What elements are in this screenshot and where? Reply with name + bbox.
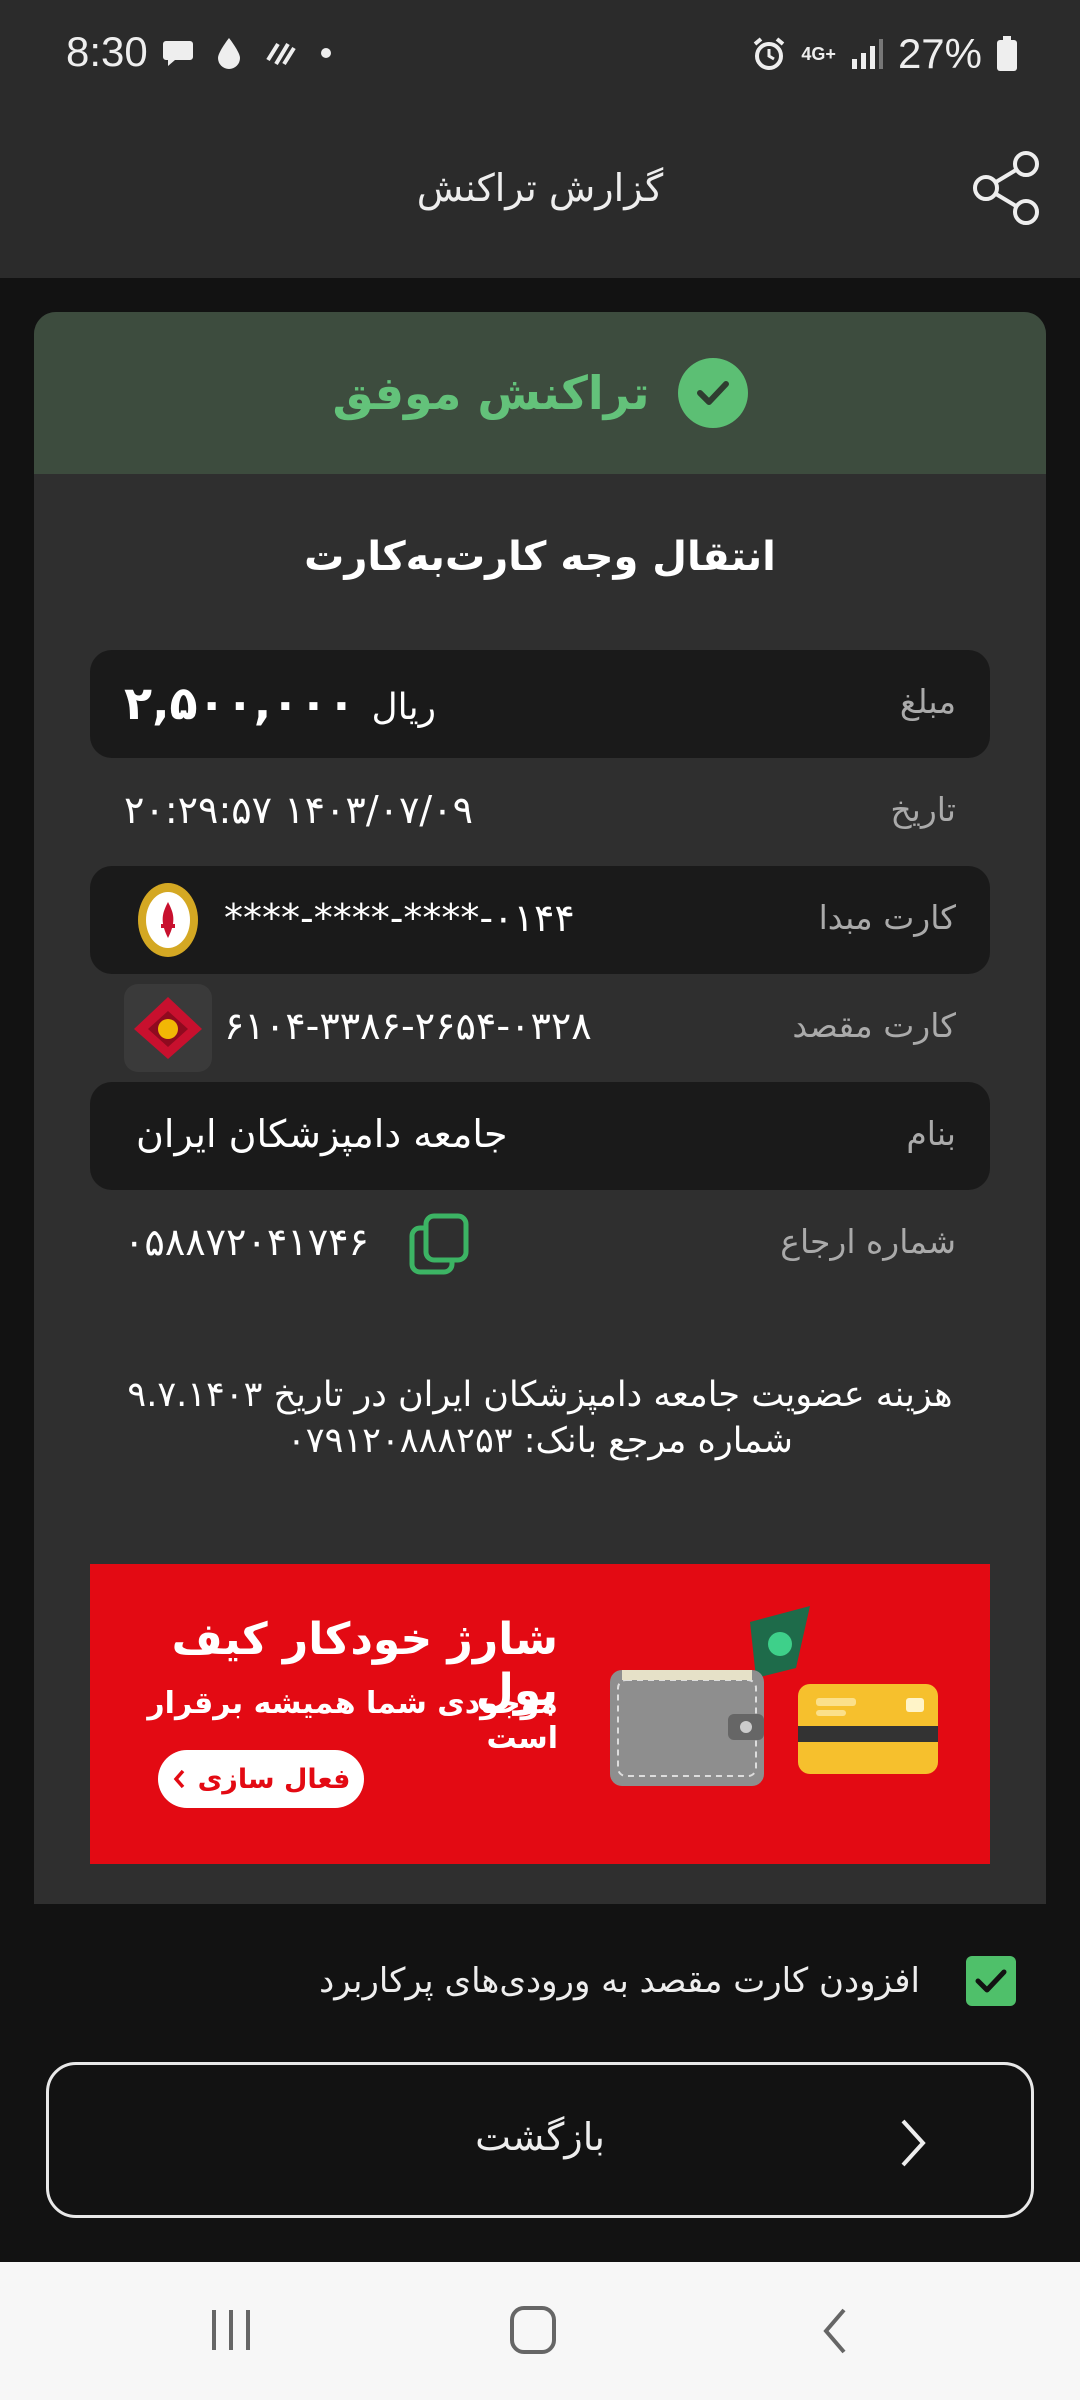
source-card-row: کارت مبدا ****-****-****-۰۱۴۴	[90, 866, 990, 974]
recipient-name-row: بنام جامعه دامپزشکان ایران	[90, 1082, 990, 1190]
amount-row: مبلغ ریال ۲,۵۰۰,۰۰۰	[90, 650, 990, 758]
save-destination-checkbox[interactable]	[966, 1956, 1016, 2006]
dest-card-number: ۶۱۰۴-۳۳۸۶-۲۶۵۴-۰۳۲۸	[224, 1004, 592, 1048]
reference-label: شماره ارجاع	[780, 1222, 956, 1261]
wallet-autocharge-banner[interactable]: شارژ خودکار کیف پول موجودی شما همیشه برق…	[90, 1564, 990, 1864]
weather-icon	[266, 42, 296, 66]
source-card-number: ****-****-****-۰۱۴۴	[224, 896, 575, 940]
status-bar: 8:30 4G+ 27%	[0, 0, 1080, 120]
battery-percent: 27%	[897, 30, 982, 77]
battery-icon	[997, 36, 1017, 71]
back-button[interactable]: بازگشت	[46, 2062, 1034, 2218]
save-destination-label: افزودن کارت مقصد به ورودی‌های پرکاربرد	[319, 1961, 920, 2001]
date-value: ۱۴۰۳/۰۷/۰۹ ۲۰:۲۹:۵۷	[124, 788, 474, 832]
checkmark-icon	[975, 1969, 1007, 1993]
back-nav-icon[interactable]	[820, 2306, 850, 2356]
chat-bubble-icon	[163, 41, 193, 66]
reference-number: ۰۵۸۸۷۲۰۴۱۷۴۶	[124, 1220, 369, 1264]
result-banner: تراکنش موفق	[34, 312, 1046, 474]
chevron-right-icon	[901, 2119, 926, 2167]
notification-icons	[162, 36, 332, 70]
date-row: تاریخ ۱۴۰۳/۰۷/۰۹ ۲۰:۲۹:۵۷	[90, 758, 990, 866]
wallet-card-illustration-icon	[610, 1606, 938, 1786]
amount-value: ریال ۲,۵۰۰,۰۰۰	[124, 676, 436, 730]
copy-icon[interactable]	[408, 1212, 472, 1276]
source-card-label: کارت مبدا	[818, 898, 956, 937]
transaction-title: انتقال وجه کارت‌به‌کارت	[304, 534, 776, 580]
home-icon[interactable]	[510, 2306, 556, 2354]
page-title: گزارش تراکنش	[416, 166, 664, 210]
banner-subtitle: موجودی شما همیشه برقرار است	[147, 1686, 558, 1756]
activate-label: فعال سازی	[197, 1763, 351, 1795]
date-label: تاریخ	[890, 790, 956, 829]
bank-mellat-logo-icon	[124, 984, 212, 1072]
share-icon[interactable]	[970, 150, 1044, 226]
water-drop-icon	[218, 38, 240, 69]
alarm-icon	[754, 37, 785, 70]
recipient-name: جامعه دامپزشکان ایران	[136, 1112, 508, 1156]
recents-icon[interactable]	[208, 2308, 254, 2352]
receipt-card: تراکنش موفق انتقال وجه کارت‌به‌کارت مبلغ…	[34, 312, 1046, 1904]
amount: ۲,۵۰۰,۰۰۰	[124, 676, 356, 730]
activate-button[interactable]: فعال سازی	[158, 1750, 364, 1808]
network-type: 4G+	[801, 43, 836, 64]
dest-card-row: کارت مقصد ۶۱۰۴-۳۳۸۶-۲۶۵۴-۰۳۲۸	[90, 974, 990, 1082]
dot-icon	[321, 48, 331, 58]
status-right: 4G+ 27%	[751, 30, 1018, 78]
back-button-label: بازگشت	[475, 2115, 605, 2159]
bank-melli-logo-icon	[124, 876, 212, 964]
amount-label: مبلغ	[899, 682, 956, 721]
recipient-name-label: بنام	[906, 1114, 956, 1153]
reference-row: شماره ارجاع ۰۵۸۸۷۲۰۴۱۷۴۶	[90, 1190, 990, 1298]
currency: ریال	[371, 687, 437, 728]
chevron-left-icon	[173, 1769, 184, 1789]
description-line-1: هزینه عضویت جامعه دامپزشکان ایران در تار…	[127, 1375, 953, 1415]
system-nav-bar	[0, 2262, 1080, 2400]
dest-card-label: کارت مقصد	[792, 1006, 956, 1045]
save-destination-option[interactable]: افزودن کارت مقصد به ورودی‌های پرکاربرد	[319, 1956, 1016, 2006]
status-time: 8:30	[66, 28, 148, 75]
transaction-description: هزینه عضویت جامعه دامپزشکان ایران در تار…	[90, 1372, 990, 1464]
result-status: تراکنش موفق	[332, 366, 650, 420]
app-bar: گزارش تراکنش	[0, 120, 1080, 278]
check-circle-icon	[677, 358, 748, 428]
signal-icon	[851, 39, 883, 69]
description-line-2: شماره مرجع بانک: ۰۷۹۱۲۰۸۸۸۲۵۳	[286, 1421, 794, 1461]
